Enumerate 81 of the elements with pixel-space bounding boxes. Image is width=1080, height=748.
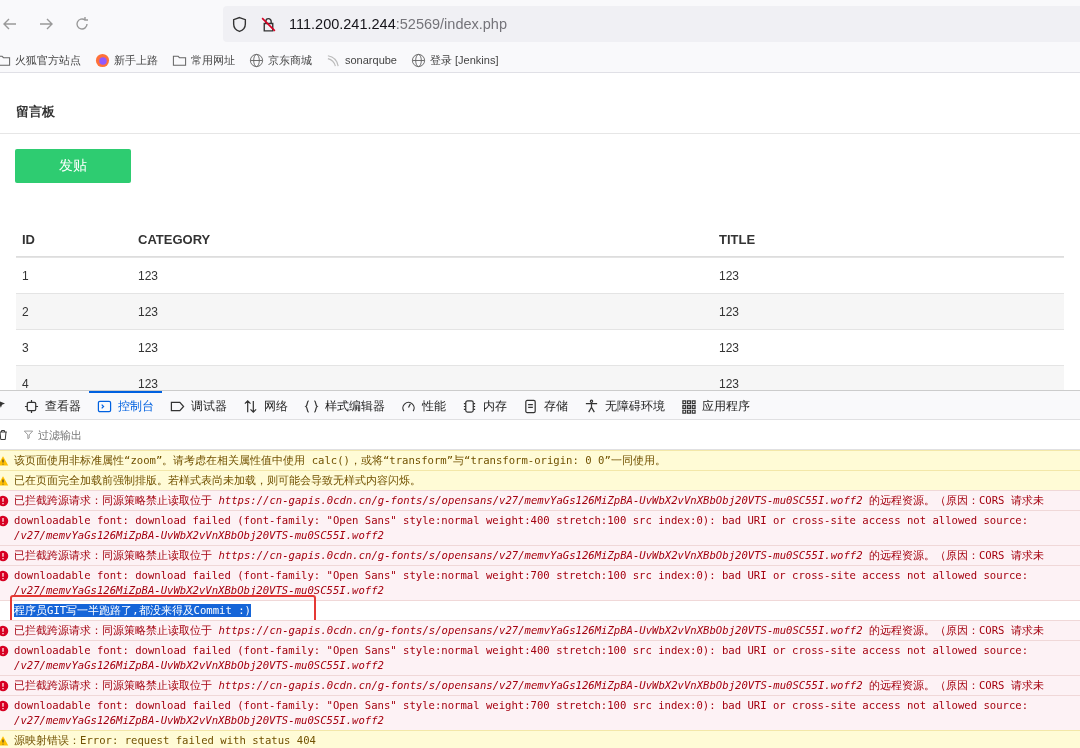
filter-field[interactable]: 过滤输出: [38, 428, 238, 441]
column-header: CATEGORY: [137, 232, 212, 247]
bookmark-link[interactable]: 登录 [Jenkins]: [430, 52, 499, 68]
url-host: 111.200.241.244: [289, 16, 396, 32]
forward-arrow-icon[interactable]: [38, 16, 54, 32]
devtools-tab[interactable]: 样式编辑器: [325, 397, 385, 415]
file-path: /v27/memvYaGs126MiZpBA-UvWbX2vVnXBbObj20VTS-mu0SC55I.woff2: [14, 659, 385, 672]
table-cell-text: 4: [21, 376, 30, 390]
warning-icon: [0, 475, 9, 487]
table-cell-text: 123: [137, 268, 160, 283]
back-arrow-icon[interactable]: [2, 16, 18, 32]
document-icon: [523, 398, 538, 414]
table-cell-text: 1: [21, 268, 30, 283]
filter-icon: [23, 429, 34, 440]
globe-icon: [411, 52, 426, 68]
devtools-tab[interactable]: 内存: [483, 397, 507, 415]
console-message: 已拦截跨源请求：同源策略禁止读取位于 https://cn-gapis.0cdn.cn/g-fonts/s/opensans/v27/memvYaGs126MiZpBA-UvWbX2vVnXBbObj20VTS-mu0SC55I.woff2 的远程资源。（原因：CORS 请求未: [14, 679, 1044, 692]
devtools-tab[interactable]: 控制台: [118, 397, 154, 415]
log-message: 程序员GIT写一半跑路了,都没来得及Commit :): [14, 604, 251, 617]
console-message: 已拦截跨源请求：同源策略禁止读取位于 https://cn-gapis.0cdn.cn/g-fonts/s/opensans/v27/memvYaGs126MiZpBA-UvWbX2vVnXBbObj20VTS-mu0SC55I.woff2 的远程资源。（原因：CORS 请求未: [14, 624, 1044, 637]
file-path: /v27/memvYaGs126MiZpBA-UvWbX2vVnXBbObj20VTS-mu0SC55I.woff2: [14, 584, 385, 597]
console-message: 源映射错误：Error: request failed with status 404: [14, 734, 316, 747]
wave-icon: [326, 52, 341, 68]
chip-icon: [462, 398, 477, 414]
devtools-tab[interactable]: 性能: [422, 397, 446, 415]
error-icon: [0, 625, 9, 637]
bookmark-link[interactable]: sonarqube: [345, 54, 397, 66]
bookmark-link[interactable]: 新手上路: [114, 52, 158, 68]
console-message: 已拦截跨源请求：同源策略禁止读取位于 https://cn-gapis.0cdn.cn/g-fonts/s/opensans/v27/memvYaGs126MiZpBA-UvWbX2vVnXBbObj20VTS-mu0SC55I.woff2 的远程资源。（原因：CORS 请求未: [14, 494, 1044, 507]
error-icon: [0, 515, 9, 527]
braces-icon: [304, 398, 319, 414]
table-cell-text: 3: [21, 340, 30, 355]
table-cell-text: 123: [718, 340, 741, 355]
devtools-tab[interactable]: 调试器: [191, 397, 227, 415]
table-cell-text: 123: [718, 268, 741, 283]
grid-icon: [681, 398, 696, 414]
table-cell-text: 123: [137, 304, 160, 319]
console-message: downloadable font: download failed (font-family: "Open Sans" style:normal weight:700 stretch:100 src index:0): bad URI or cross-site access not allowed source:: [14, 569, 1029, 582]
column-header: ID: [21, 232, 36, 247]
bookmark-link[interactable]: 火狐官方站点: [15, 52, 81, 68]
console-message: downloadable font: download failed (font-family: "Open Sans" style:normal weight:700 stretch:100 src index:0): bad URI or cross-site access not allowed source:: [14, 699, 1029, 712]
devtools-tab[interactable]: 查看器: [45, 397, 81, 415]
error-icon: [0, 645, 9, 657]
console-message: 已在页面完全加载前强制排版。若样式表尚未加载，则可能会导致无样式内容闪烁。: [14, 474, 421, 487]
shield-icon: [231, 15, 248, 33]
warning-icon: [0, 735, 9, 747]
bookmark-link[interactable]: 常用网址: [191, 52, 235, 68]
error-icon: [0, 700, 9, 712]
table-cell-text: 123: [137, 340, 160, 355]
file-path: /v27/memvYaGs126MiZpBA-UvWbX2vVnXBbObj20VTS-mu0SC55I.woff2: [14, 714, 385, 727]
console-message: downloadable font: download failed (font-family: "Open Sans" style:normal weight:400 stretch:100 src index:0): bad URI or cross-site access not allowed source:: [14, 514, 1029, 527]
reload-icon[interactable]: [74, 16, 90, 32]
url-path: :52569/index.php: [395, 16, 507, 32]
table-cell-text: 2: [21, 304, 30, 319]
console-message: 该页面使用非标准属性“zoom”。请考虑在相关属性值中使用 calc()，或将“transform”与“transform-origin: 0 0”一同使用。: [14, 454, 666, 467]
insecure-lock-icon: [260, 15, 277, 33]
error-icon: [0, 680, 9, 692]
address-bar[interactable]: 111.200.241.244:52569/index.php: [223, 6, 1080, 42]
console-message: downloadable font: download failed (font-family: "Open Sans" style:normal weight:400 stretch:100 src index:0): bad URI or cross-site access not allowed source:: [14, 644, 1029, 657]
table-cell-text: 123: [137, 376, 160, 390]
column-header: TITLE: [718, 232, 757, 247]
arrows-icon: [243, 398, 258, 414]
table-cell-text: 123: [718, 376, 741, 390]
console-message: 已拦截跨源请求：同源策略禁止读取位于 https://cn-gapis.0cdn.cn/g-fonts/s/opensans/v27/memvYaGs126MiZpBA-UvWbX2vVnXBbObj20VTS-mu0SC55I.woff2 的远程资源。（原因：CORS 请求未: [14, 549, 1044, 562]
warning-icon: [0, 455, 9, 467]
devtools-tab[interactable]: 存储: [544, 397, 568, 415]
devtools-tab[interactable]: 无障碍环境: [605, 397, 665, 415]
error-icon: [0, 495, 9, 507]
globe-icon: [249, 52, 264, 68]
error-icon: [0, 570, 9, 582]
page-title: 留言板: [0, 73, 1080, 134]
person-icon: [584, 398, 599, 414]
file-path: /v27/memvYaGs126MiZpBA-UvWbX2vVnXBbObj20VTS-mu0SC55I.woff2: [14, 529, 385, 542]
bookmark-link[interactable]: 京东商城: [268, 52, 312, 68]
browser-logo-icon: [95, 52, 110, 68]
error-icon: [0, 550, 9, 562]
table-cell-text: 123: [718, 304, 741, 319]
terminal-icon: [97, 398, 112, 414]
devtools-tab[interactable]: 应用程序: [702, 397, 750, 415]
box-icon: [24, 398, 39, 414]
devtools-tab[interactable]: 网络: [264, 397, 288, 415]
